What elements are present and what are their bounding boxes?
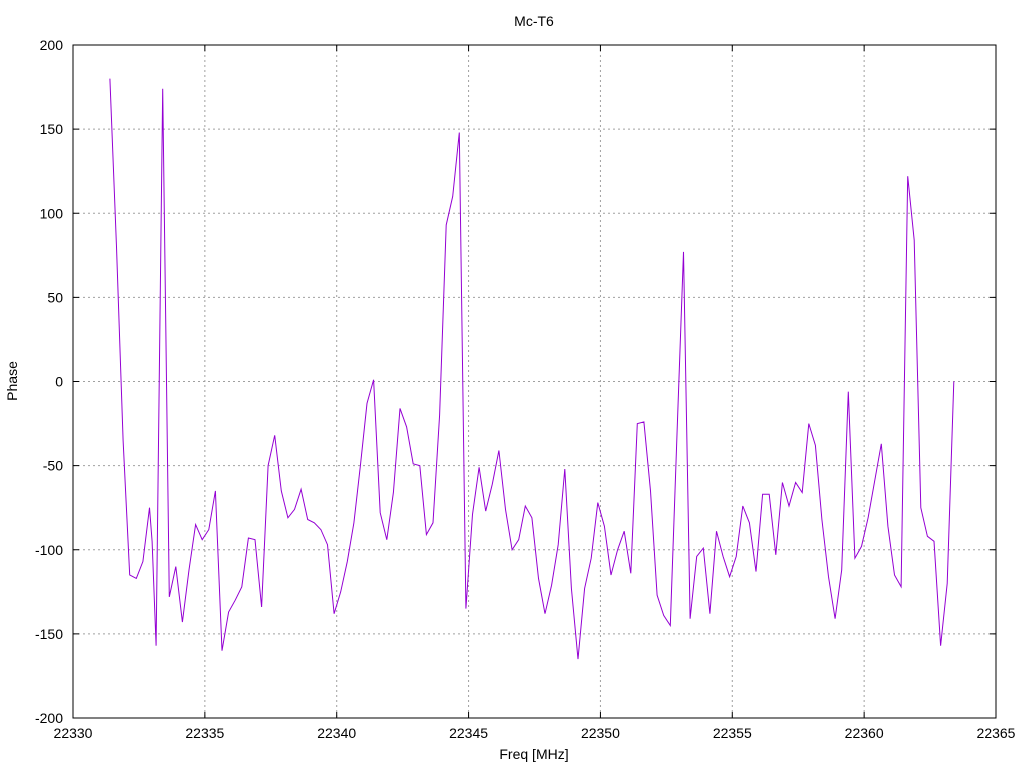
x-tick-label: 22360 (845, 725, 884, 741)
y-tick-label: 200 (40, 37, 64, 53)
x-tick-label: 22365 (977, 725, 1016, 741)
y-tick-label: -100 (35, 542, 63, 558)
x-axis-label: Freq [MHz] (499, 746, 568, 762)
x-tick-labels: 22330 22335 22340 22345 22350 22355 22360 22365 (54, 725, 1016, 741)
y-tick-label: -50 (43, 458, 63, 474)
data-series (109, 78, 955, 660)
x-tick-label: 22340 (317, 725, 356, 741)
x-tick-label: 22355 (713, 725, 752, 741)
y-tick-label: 100 (40, 205, 64, 221)
y-tick-label: 0 (55, 374, 63, 390)
y-axis-label: Phase (4, 361, 20, 401)
y-tick-label: 50 (47, 289, 63, 305)
x-tick-label: 22330 (54, 725, 93, 741)
y-tick-label: 150 (40, 121, 64, 137)
y-tick-label: -150 (35, 626, 63, 642)
x-tick-label: 22335 (185, 725, 224, 741)
x-tick-label: 22345 (449, 725, 488, 741)
y-tick-label: -200 (35, 710, 63, 726)
chart-title: Mc-T6 (514, 13, 554, 29)
grid-lines (73, 45, 996, 718)
x-tick-label: 22350 (581, 725, 620, 741)
y-tick-labels: -200 -150 -100 -50 0 50 100 150 200 (35, 37, 63, 726)
phase-chart: Mc-T6 22330 22335 22340 22345 22350 22355 2236… (4, 13, 1016, 762)
phase-series-line (109, 78, 955, 660)
